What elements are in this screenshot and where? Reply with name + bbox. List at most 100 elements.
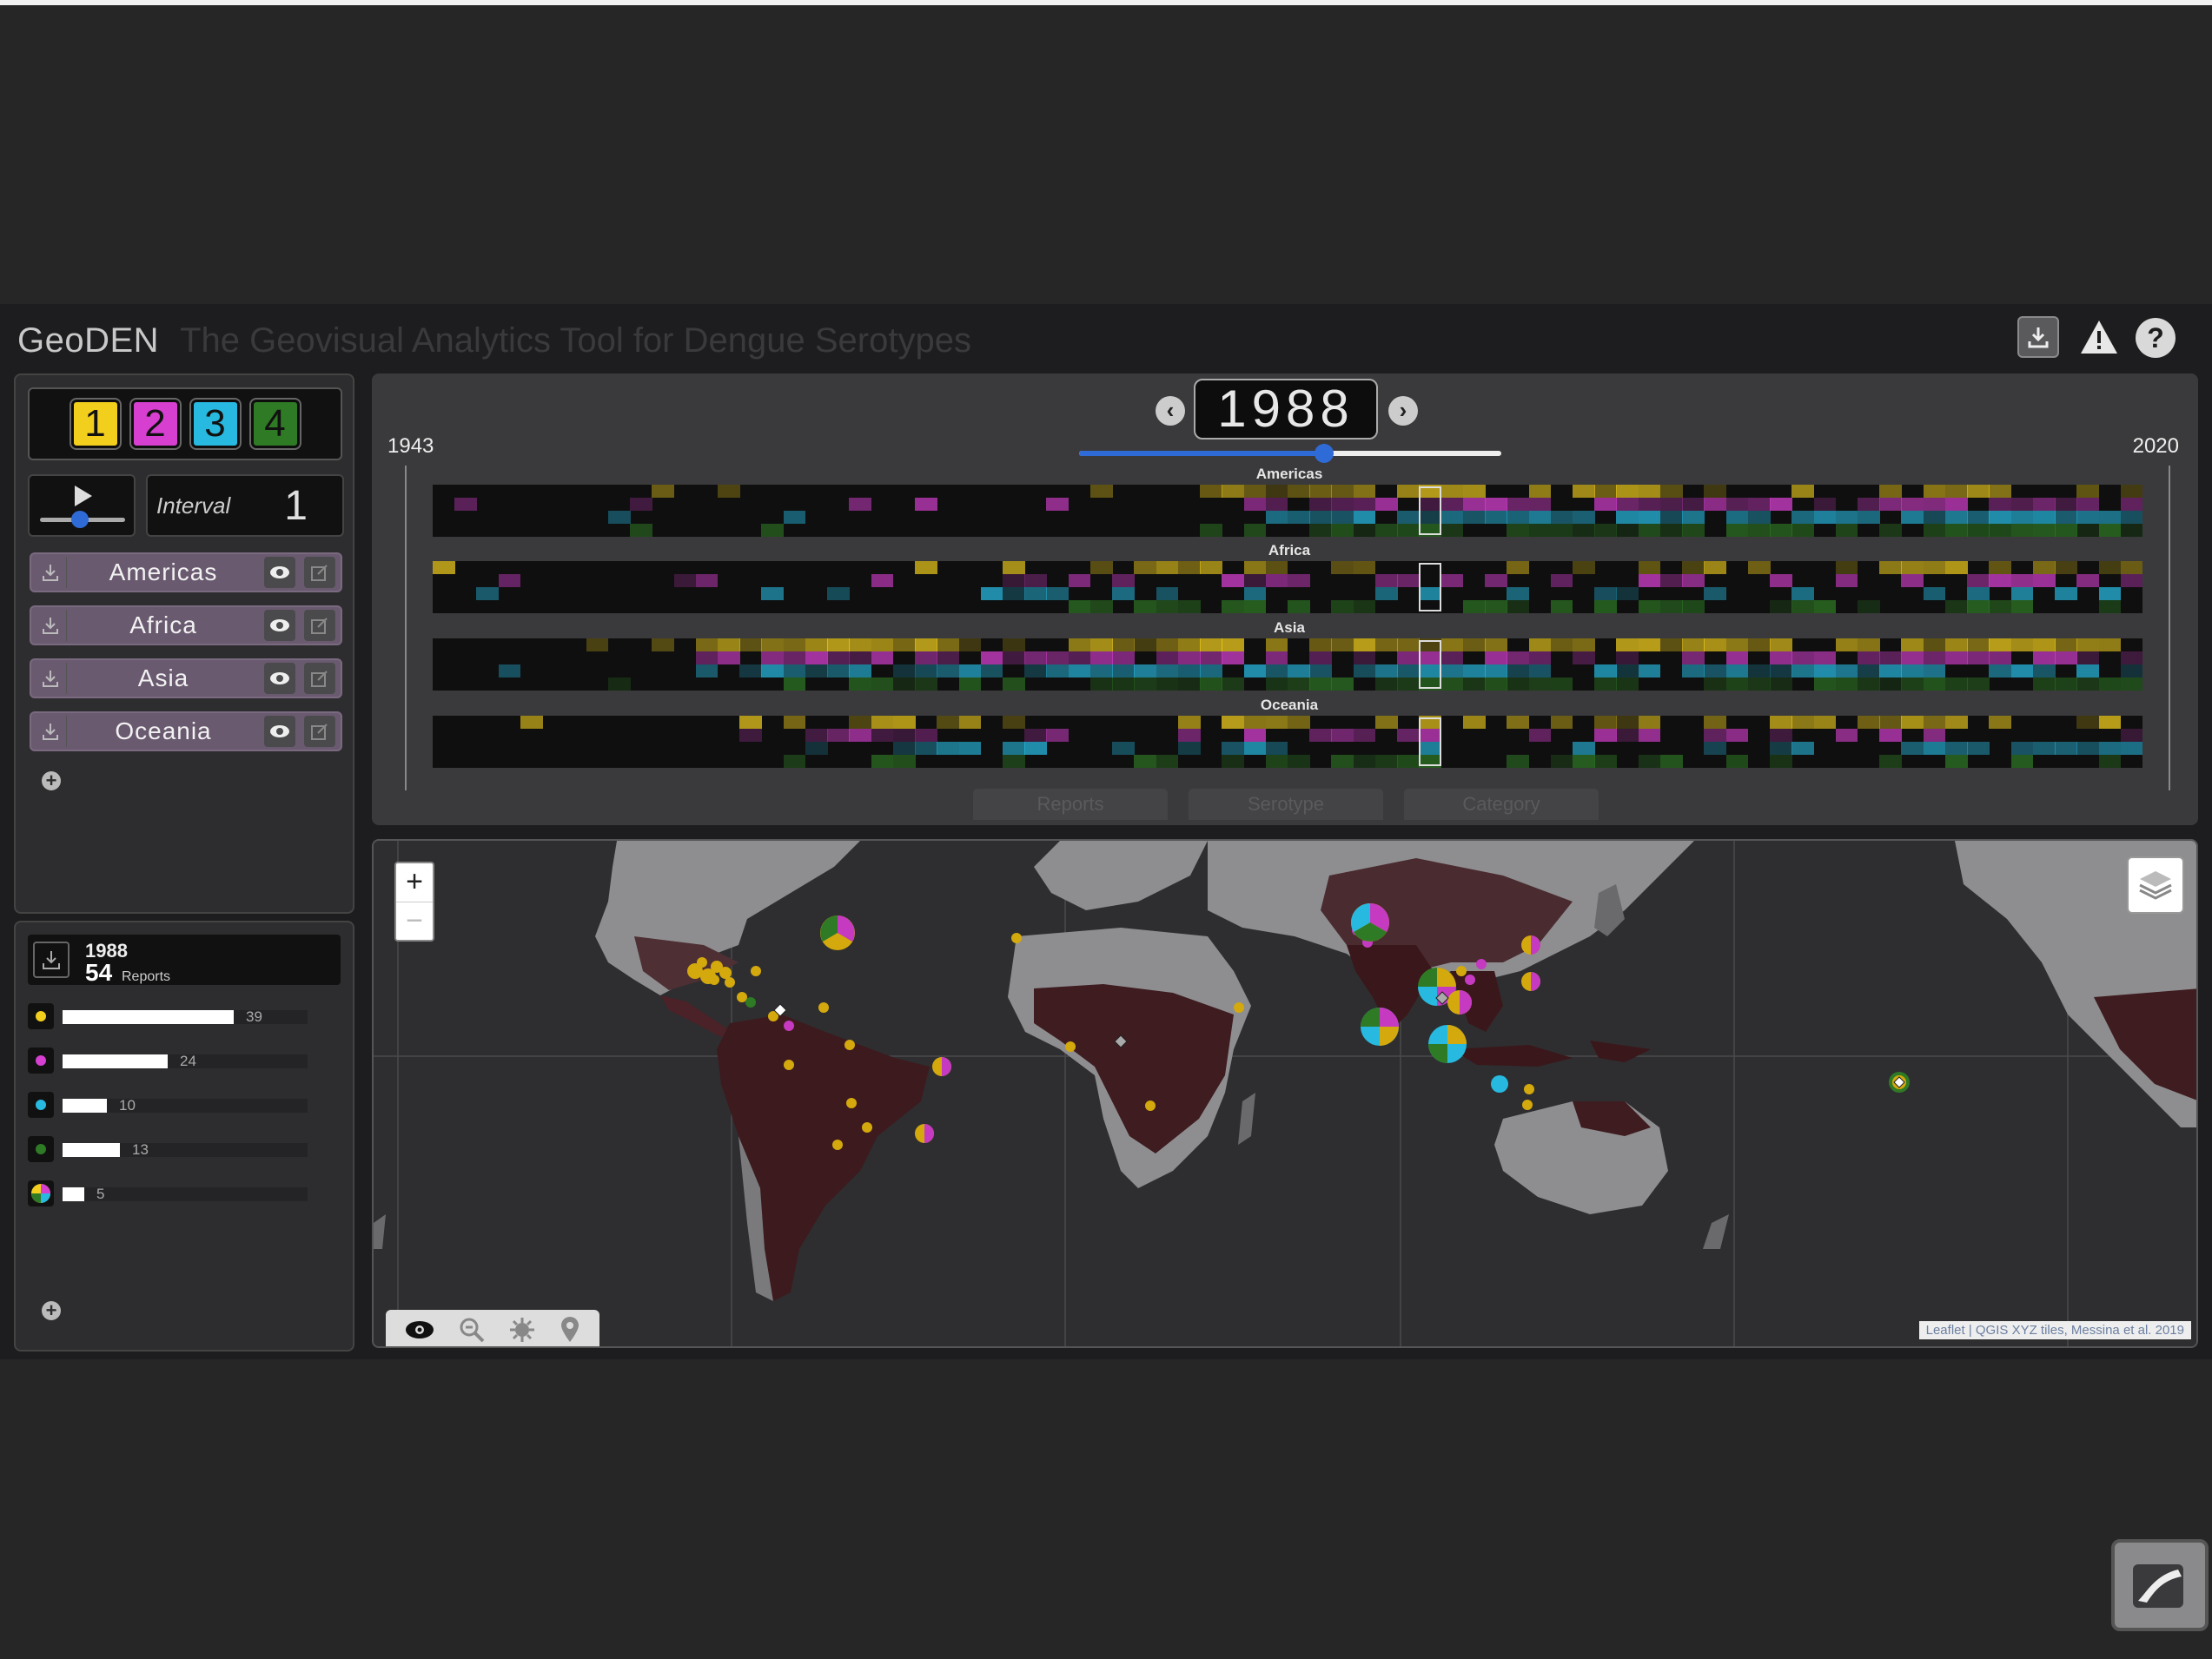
interval-field[interactable]: Interval 1 <box>146 474 344 537</box>
summary-count-label: Reports <box>122 969 171 984</box>
eye-icon[interactable] <box>264 610 295 641</box>
timeline-panel: ‹ 1988 › 1943 2020 Americas Africa Asia Oce… <box>372 373 2198 825</box>
summary-bar-row[interactable]: 24 <box>28 1045 332 1076</box>
timeline-start-year: 1943 <box>387 434 434 458</box>
app-title: GeoDEN <box>17 321 160 360</box>
add-filter-button[interactable]: + <box>42 1301 61 1320</box>
summary-bar-fill <box>63 1187 84 1201</box>
speed-slider-handle[interactable] <box>71 511 89 528</box>
blank-bottom-area <box>0 1359 2212 1659</box>
tab-serotype[interactable]: Serotype <box>1189 789 1383 820</box>
world-map[interactable] <box>374 841 2198 1348</box>
tab-reports[interactable]: Reports <box>973 789 1168 820</box>
overlay-toggle-button[interactable] <box>2111 1539 2209 1631</box>
serotype4-dot-icon <box>28 1136 54 1162</box>
region-name: Americas <box>109 559 218 585</box>
summary-bar-row[interactable]: 5 <box>28 1178 332 1209</box>
app-subtitle: The Geovisual Analytics Tool for Dengue … <box>180 321 971 360</box>
summary-bar-value: 24 <box>180 1053 196 1069</box>
summary-bar-value: 10 <box>119 1097 136 1114</box>
timeline-strip[interactable] <box>433 638 2142 691</box>
serotype-selector: 1 2 3 4 <box>28 387 342 460</box>
summary-bar-row[interactable]: 13 <box>28 1134 332 1165</box>
download-icon[interactable] <box>35 716 67 747</box>
download-button[interactable] <box>2017 316 2059 358</box>
eye-icon[interactable] <box>264 557 295 588</box>
layers-icon <box>2139 871 2172 900</box>
year-slider[interactable] <box>1079 444 1501 463</box>
edit-icon[interactable] <box>304 716 335 747</box>
timeline-region-label: Africa <box>1268 542 1311 559</box>
summary-header: 1988 54 Reports <box>28 935 341 986</box>
eye-icon[interactable] <box>405 1320 434 1339</box>
timeline-strip[interactable] <box>433 485 2142 537</box>
timeline-heatmap: Americas Africa Asia Oceania <box>405 466 2170 790</box>
summary-bar-value: 5 <box>96 1186 105 1202</box>
help-icon: ? <box>2147 321 2164 354</box>
timeline-strip[interactable] <box>433 561 2142 613</box>
summary-bar-track <box>63 1010 308 1024</box>
layers-button[interactable] <box>2127 856 2184 914</box>
summary-bar-row[interactable]: 39 <box>28 1001 332 1032</box>
map-attribution[interactable]: Leaflet | QGIS XYZ tiles, Messina et al.… <box>1918 1321 2191 1339</box>
zoom-out-button[interactable]: − <box>396 902 433 941</box>
warning-button[interactable] <box>2078 316 2120 358</box>
region-name: Oceania <box>115 717 212 744</box>
timeline-year-cursor <box>1419 563 1442 611</box>
multi-serotype-pie-icon <box>28 1180 54 1206</box>
warning-icon <box>2081 321 2117 354</box>
summary-bar-row[interactable]: 10 <box>28 1089 332 1120</box>
edit-icon[interactable] <box>304 610 335 641</box>
map-toolbar <box>386 1310 599 1346</box>
region-name: Africa <box>129 611 197 638</box>
add-region-button[interactable]: + <box>42 771 61 790</box>
pin-icon[interactable] <box>560 1317 580 1343</box>
interval-value[interactable]: 1 <box>284 482 308 530</box>
summary-bar-fill <box>63 1054 168 1068</box>
timeline-year-cursor <box>1419 486 1442 535</box>
serotype1-dot-icon <box>28 1003 54 1029</box>
interval-label: Interval <box>156 492 231 519</box>
download-icon <box>2028 327 2049 348</box>
timeline-strip[interactable] <box>433 716 2142 768</box>
summary-bar-track <box>63 1143 308 1157</box>
play-icon[interactable] <box>73 485 94 507</box>
download-icon[interactable] <box>35 610 67 641</box>
summary-count: 54 <box>85 959 113 986</box>
region-row-africa[interactable]: Africa <box>30 605 342 645</box>
region-row-asia[interactable]: Asia <box>30 658 342 698</box>
serotype-3-button[interactable]: 3 <box>189 398 242 450</box>
serotype-2-button[interactable]: 2 <box>129 398 182 450</box>
download-icon[interactable] <box>33 942 70 978</box>
serotype-1-button[interactable]: 1 <box>69 398 122 450</box>
zoom-in-button[interactable]: + <box>396 863 433 902</box>
current-year: 1988 <box>1194 379 1378 440</box>
previous-year-button[interactable]: ‹ <box>1156 396 1185 426</box>
eye-icon[interactable] <box>264 716 295 747</box>
help-button[interactable]: ? <box>2136 318 2176 358</box>
download-icon[interactable] <box>35 663 67 694</box>
edit-icon[interactable] <box>304 663 335 694</box>
edit-icon[interactable] <box>304 557 335 588</box>
timeline-year-cursor <box>1419 717 1442 766</box>
map-panel[interactable]: + − Leaflet | QGIS XYZ tiles, Messina et… <box>372 839 2198 1348</box>
next-year-button[interactable]: › <box>1388 396 1418 426</box>
download-icon[interactable] <box>35 557 67 588</box>
tab-category[interactable]: Category <box>1404 789 1599 820</box>
region-row-americas[interactable]: Americas <box>30 552 342 592</box>
serotype-4-button[interactable]: 4 <box>248 398 301 450</box>
geoden-app: GeoDEN The Geovisual Analytics Tool for … <box>0 304 2212 1359</box>
timeline-region-label: Americas <box>1255 466 1323 482</box>
region-row-oceania[interactable]: Oceania <box>30 711 342 751</box>
eye-icon[interactable] <box>264 663 295 694</box>
virus-icon[interactable] <box>509 1317 535 1343</box>
timeline-year-cursor <box>1419 640 1442 689</box>
year-slider-fill <box>1079 451 1324 456</box>
summary-panel: 1988 54 Reports 39 24 10 13 5 + <box>14 921 354 1352</box>
summary-bar-value: 13 <box>132 1141 149 1158</box>
summary-bar-value: 39 <box>246 1008 262 1025</box>
timeline-region-label: Asia <box>1274 619 1305 636</box>
zoom-out-icon[interactable] <box>459 1317 485 1343</box>
year-slider-handle[interactable] <box>1314 444 1334 463</box>
app-header: GeoDEN The Geovisual Analytics Tool for … <box>17 321 971 365</box>
